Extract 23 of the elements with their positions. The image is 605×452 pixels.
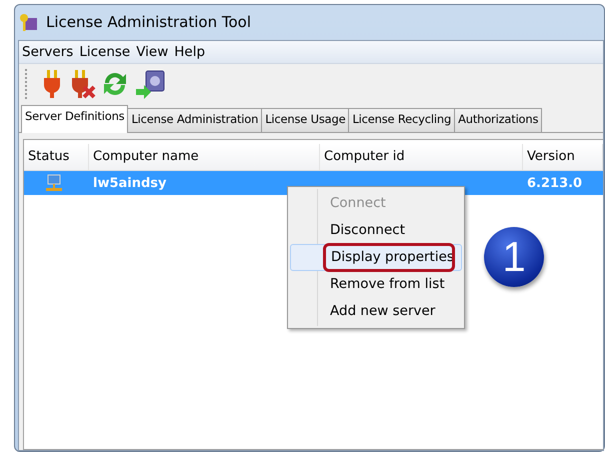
key-icon — [18, 12, 38, 32]
tab[interactable]: License Usage — [261, 108, 350, 132]
menu-item[interactable]: Remove from list — [290, 271, 462, 298]
tab[interactable]: Authorizations — [454, 108, 542, 132]
table-cell-text: lw5aindsy — [92, 176, 168, 190]
menu-bar-item[interactable]: View — [133, 44, 172, 60]
menu-item[interactable]: Add new server — [290, 298, 462, 325]
menu-item[interactable]: Display properties — [290, 244, 462, 271]
tab[interactable]: License Administration — [127, 108, 262, 132]
menu-bar-item[interactable]: Servers — [19, 44, 76, 60]
tab[interactable]: Server Definitions — [21, 105, 128, 133]
safe-arrow-icon[interactable] — [134, 69, 166, 99]
menu-bar-item[interactable]: License — [76, 44, 134, 60]
table-cell-text: 6.213.0 — [526, 176, 584, 190]
menu-bar-item[interactable]: Help — [171, 44, 208, 60]
column-header[interactable]: Computer name — [89, 144, 320, 170]
window-title: License Administration Tool — [46, 13, 251, 31]
column-header[interactable]: Version — [523, 144, 603, 170]
column-header[interactable]: Computer id — [320, 144, 523, 170]
tab[interactable]: License Recycling — [348, 108, 456, 132]
menu-item[interactable]: Disconnect — [290, 217, 462, 244]
computer-icon — [45, 174, 63, 192]
column-header[interactable]: Status — [24, 144, 89, 170]
